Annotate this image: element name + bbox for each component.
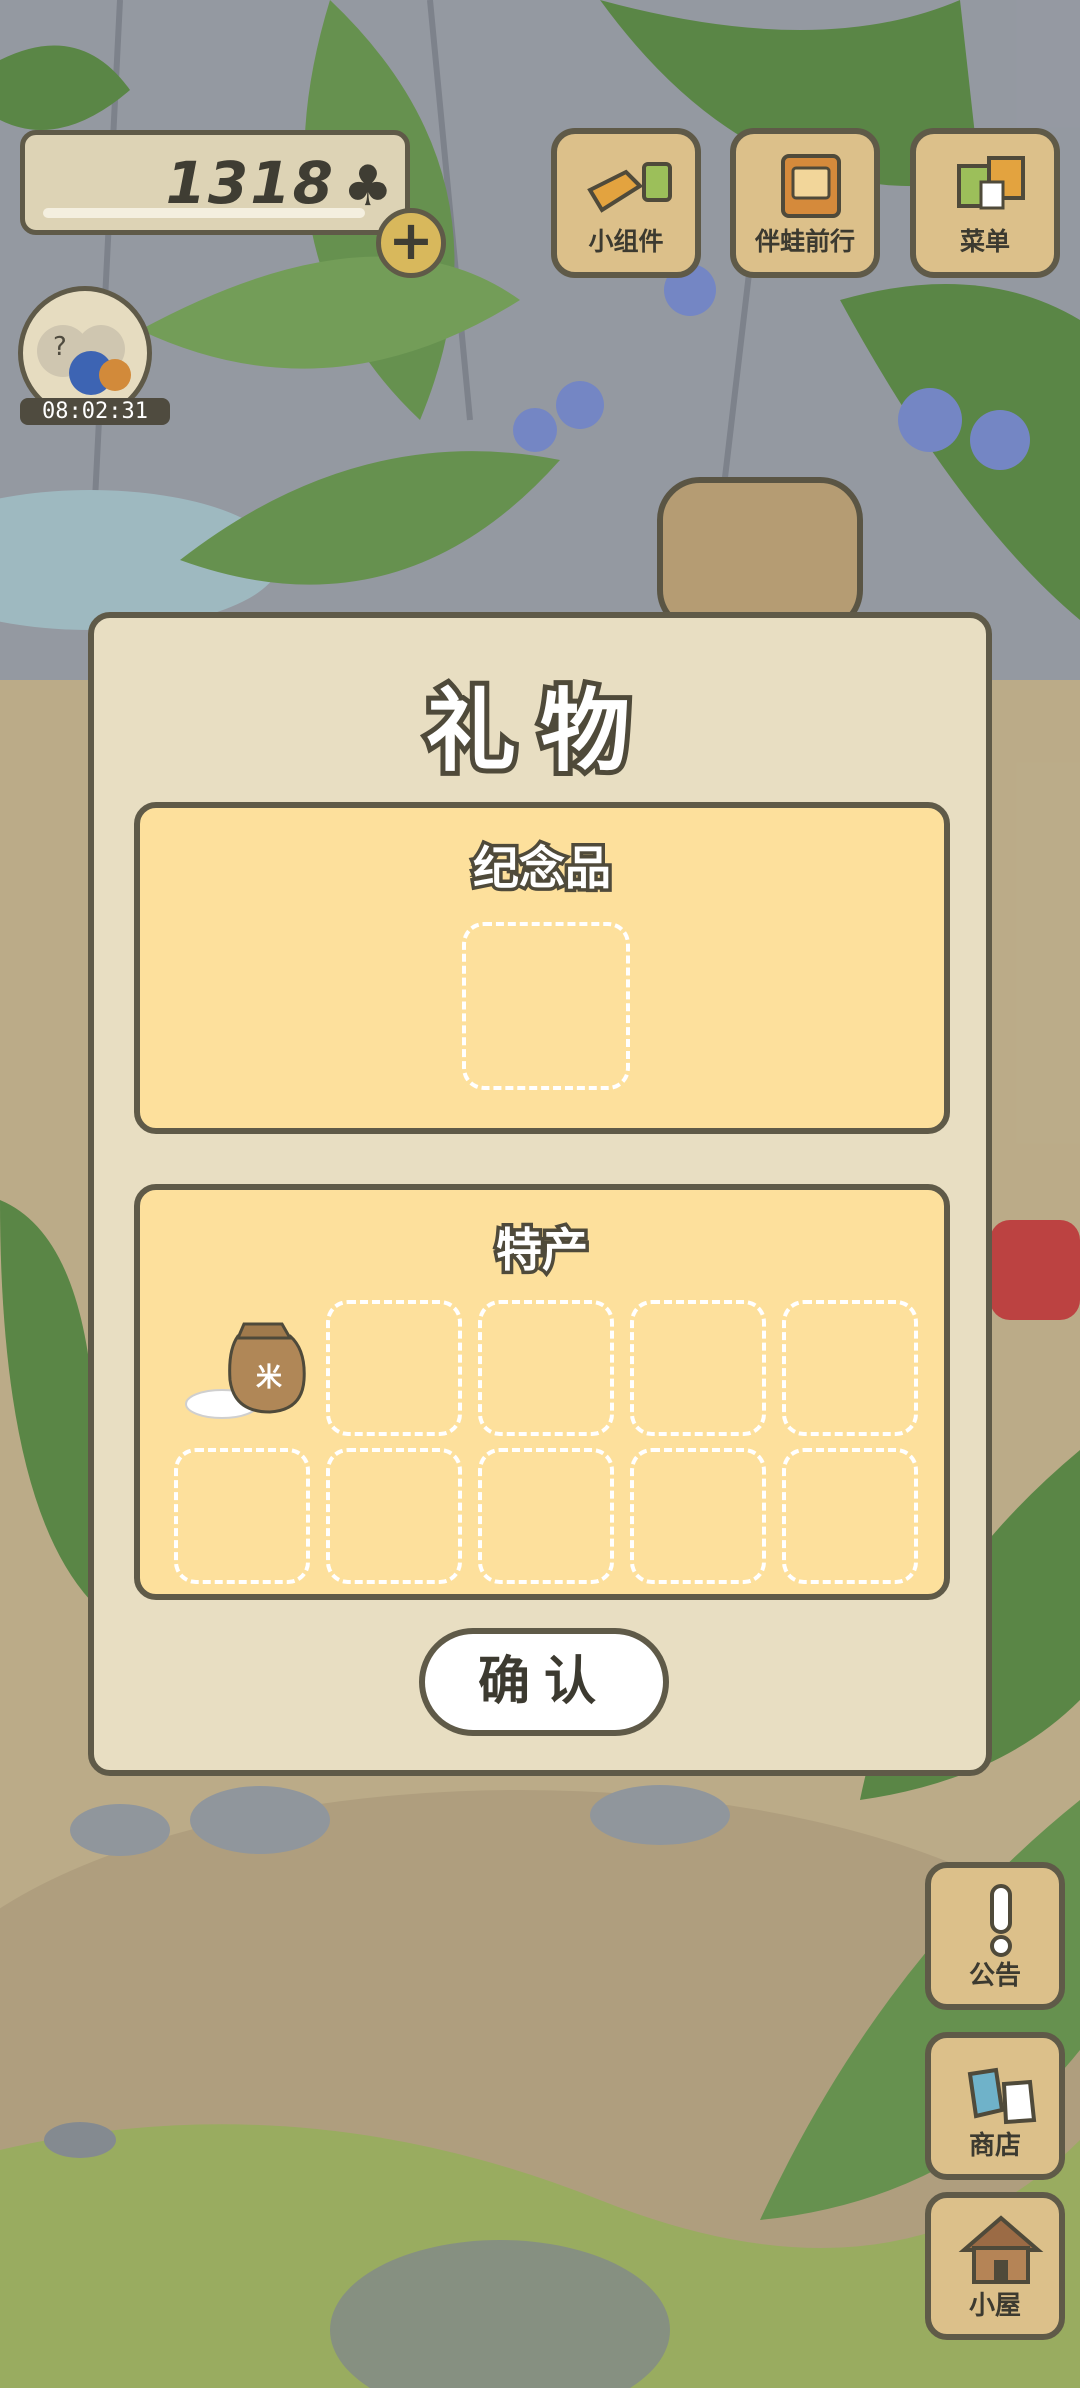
house-label: 小屋	[968, 2291, 1021, 2321]
timer-label: 08:02:31	[20, 398, 170, 425]
clover-count: 1318	[165, 149, 335, 217]
specialty-slot[interactable]	[630, 1448, 766, 1584]
journey-label: 伴蛙前行	[754, 227, 855, 256]
notice-button[interactable]: 公告	[925, 1862, 1065, 2010]
clover-counter: 1318 ♣	[20, 130, 410, 235]
journey-album-icon	[781, 154, 841, 218]
house-button[interactable]: 小屋	[925, 2192, 1065, 2340]
souvenir-panel: 纪念品	[134, 802, 950, 1134]
clover-icon: ♣	[342, 154, 393, 219]
specialty-slot[interactable]	[326, 1448, 462, 1584]
counter-underline	[43, 208, 365, 218]
journey-button[interactable]: 伴蛙前行	[730, 128, 880, 278]
add-clover-button[interactable]: +	[376, 208, 446, 278]
specialty-slot[interactable]	[782, 1300, 918, 1436]
specialty-slot[interactable]	[478, 1300, 614, 1436]
svg-text:?: ?	[53, 332, 67, 362]
widget-label: 小组件	[588, 227, 664, 256]
specialty-item-rice[interactable]: 米	[178, 1300, 316, 1436]
menu-cards-icon	[957, 156, 1025, 210]
specialty-slot[interactable]	[630, 1300, 766, 1436]
specialty-slot[interactable]	[326, 1300, 462, 1436]
notice-label: 公告	[968, 1961, 1021, 1991]
specialty-slot[interactable]	[174, 1448, 310, 1584]
shop-label: 商店	[968, 2131, 1021, 2161]
menu-button[interactable]: 菜单	[910, 128, 1060, 278]
specialty-title: 特产	[493, 1220, 592, 1281]
widget-icon	[587, 162, 672, 213]
house-icon	[958, 2215, 1044, 2284]
gift-dialog: 礼物 纪念品 特产 米 确认	[88, 612, 992, 1776]
dialog-title: 礼物	[421, 674, 654, 789]
specialty-slot[interactable]	[782, 1448, 918, 1584]
rice-bag-icon: 米	[185, 1322, 306, 1419]
plus-icon: +	[388, 209, 434, 272]
confirm-button[interactable]: 确认	[419, 1628, 669, 1736]
specialty-panel: 特产 米	[134, 1184, 950, 1600]
frog-portrait-icon: ?	[37, 325, 131, 395]
widget-button[interactable]: 小组件	[551, 128, 701, 278]
specialty-slot[interactable]	[478, 1448, 614, 1584]
shop-bags-icon	[967, 2067, 1037, 2125]
souvenir-slot[interactable]	[462, 922, 630, 1090]
exclamation-icon	[990, 1884, 1012, 1957]
shop-button[interactable]: 商店	[925, 2032, 1065, 2180]
souvenir-title: 纪念品	[470, 838, 615, 899]
menu-label: 菜单	[959, 227, 1010, 256]
rice-bag-label: 米	[256, 1363, 282, 1393]
